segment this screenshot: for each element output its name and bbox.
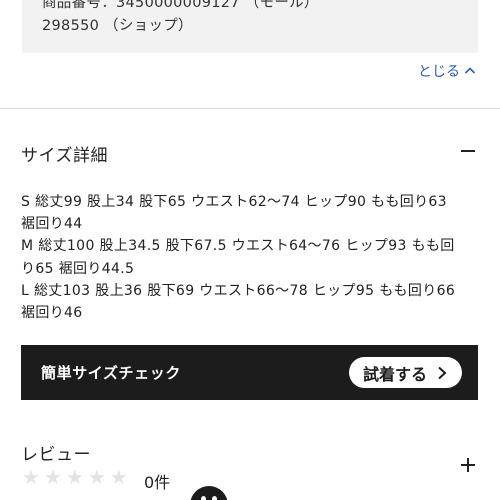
size-line: 裾回り46 xyxy=(21,305,83,322)
collapse-minus-icon[interactable] xyxy=(460,143,476,159)
chevron-up-icon xyxy=(464,67,476,74)
product-code-panel: 商品番号：3450000009127 （モール） 298550 （ショップ） xyxy=(22,0,478,53)
size-line: S 総丈99 股上34 股下65 ウエスト62〜74 ヒップ90 もも回り63 xyxy=(21,194,447,210)
close-link-label: とじる xyxy=(418,64,460,80)
size-line: り65 裾回り44.5 xyxy=(21,260,135,277)
size-check-banner: 簡単サイズチェック 試着する xyxy=(21,345,478,400)
star-icon: ★ xyxy=(65,465,84,489)
try-on-button-label: 試着する xyxy=(362,364,427,384)
product-code-mall: 商品番号：3450000009127 （モール） xyxy=(42,0,319,11)
product-code-shop: 298550 （ショップ） xyxy=(42,18,193,34)
section-divider xyxy=(0,108,500,109)
star-icon: ★ xyxy=(109,465,128,489)
chevron-right-icon xyxy=(438,366,447,379)
size-line: M 総丈100 股上34.5 股下67.5 ウエスト64〜76 ヒップ93 もも… xyxy=(21,238,455,255)
star-icon: ★ xyxy=(87,465,106,489)
size-line: L 総丈103 股上36 股下69 ウエスト66〜78 ヒップ95 もも回り66 xyxy=(21,282,456,299)
star-icon: ★ xyxy=(43,465,62,489)
star-icon: ★ xyxy=(22,465,40,489)
floating-chat-button[interactable] xyxy=(190,486,228,500)
review-title: レビュー xyxy=(21,445,91,465)
review-star-rating: ★ ★ ★ ★ ★ xyxy=(22,467,128,487)
eye-icon xyxy=(212,496,217,500)
expand-plus-icon[interactable] xyxy=(460,457,476,473)
size-line: 裾回り44 xyxy=(21,216,83,233)
size-details-text: S 総丈99 股上34 股下65 ウエスト62〜74 ヒップ90 もも回り63 … xyxy=(21,191,483,324)
eye-icon xyxy=(201,496,206,500)
size-details-title: サイズ詳細 xyxy=(21,146,108,166)
close-details-link[interactable]: とじる xyxy=(418,61,476,81)
size-check-label: 簡単サイズチェック xyxy=(41,364,181,382)
try-on-button[interactable]: 試着する xyxy=(349,357,462,388)
review-count: 0件 xyxy=(144,473,171,492)
